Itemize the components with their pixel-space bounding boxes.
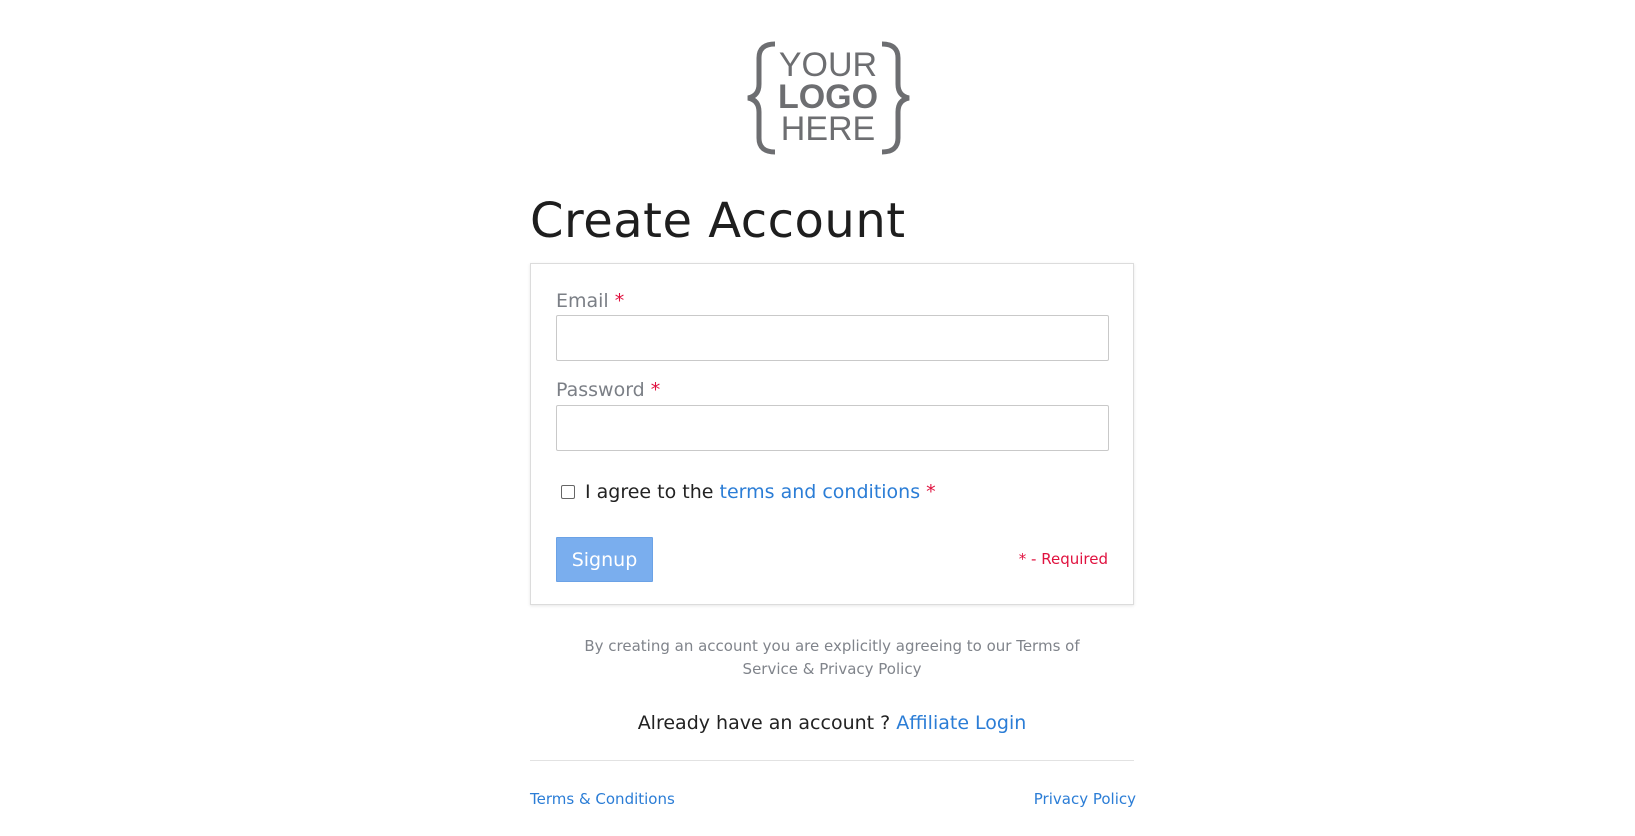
password-field[interactable] [556, 405, 1109, 451]
signup-page: YOUR LOGO HERE Create Account Email * Pa… [0, 0, 1635, 836]
signup-container: Create Account Email * Password * I agre… [530, 190, 1136, 808]
terms-link[interactable]: terms and conditions [720, 481, 921, 503]
disclaimer-text: By creating an account you are explicitl… [584, 637, 1080, 678]
agree-text: I agree to the [585, 481, 714, 503]
login-prompt: Already have an account ? Affiliate Logi… [530, 712, 1134, 734]
password-label: Password * [556, 379, 661, 401]
login-prompt-text: Already have an account ? [637, 712, 891, 734]
signup-form: Email * Password * I agree to the terms … [530, 263, 1134, 605]
terms-agreement-row: I agree to the terms and conditions * [561, 481, 936, 503]
email-required-marker: * [614, 290, 625, 312]
signup-button[interactable]: Signup [556, 537, 653, 582]
footer-terms-link[interactable]: Terms & Conditions [530, 790, 675, 808]
terms-required-marker: * [926, 481, 936, 503]
password-required-marker: * [650, 379, 661, 401]
footer-divider [530, 760, 1134, 761]
company-logo: YOUR LOGO HERE [745, 40, 915, 162]
affiliate-login-link[interactable]: Affiliate Login [896, 712, 1026, 734]
page-title: Create Account [530, 193, 906, 249]
required-note: * - Required [1018, 550, 1108, 568]
email-field[interactable] [556, 315, 1109, 361]
footer-privacy-link[interactable]: Privacy Policy [1034, 790, 1136, 808]
terms-checkbox[interactable] [561, 485, 575, 499]
logo-line-3: HERE [781, 110, 875, 148]
email-label: Email * [556, 290, 625, 312]
